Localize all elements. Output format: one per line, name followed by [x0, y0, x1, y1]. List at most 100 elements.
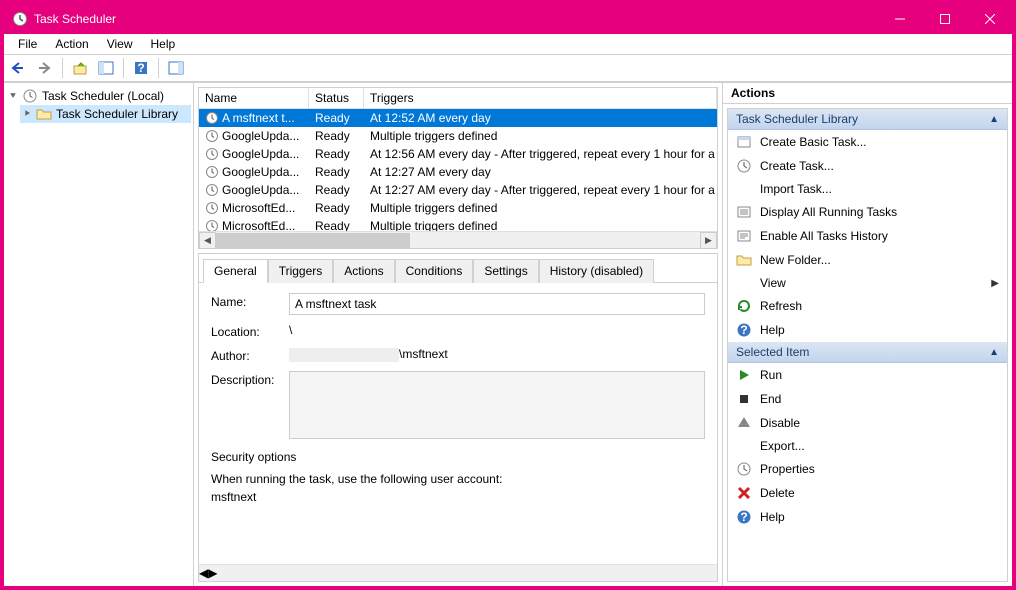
action-icon [736, 228, 752, 244]
tab-settings[interactable]: Settings [473, 259, 538, 283]
security-user: msftnext [211, 490, 705, 504]
svg-text:?: ? [137, 61, 144, 75]
description-input[interactable] [289, 371, 705, 439]
action-run[interactable]: Run [728, 363, 1007, 387]
tab-body-general: Name: Location: \ Author: \msftnext Desc… [199, 283, 717, 564]
action-view[interactable]: View ▶ [728, 272, 1007, 294]
task-row[interactable]: GoogleUpda...ReadyAt 12:27 AM every day … [199, 181, 717, 199]
tab-conditions[interactable]: Conditions [395, 259, 474, 283]
toolbar-separator [158, 58, 159, 78]
name-input[interactable] [289, 293, 705, 315]
forward-button[interactable] [34, 57, 56, 79]
col-triggers[interactable]: Triggers [364, 88, 717, 108]
scroll-thumb[interactable] [216, 233, 410, 248]
action-refresh[interactable]: Refresh [728, 294, 1007, 318]
task-row[interactable]: A msftnext t...ReadyAt 12:52 AM every da… [199, 109, 717, 127]
action-end[interactable]: End [728, 387, 1007, 411]
action-icon [736, 134, 752, 150]
tree-panel: ⯆ Task Scheduler (Local) ⯈ Task Schedule… [4, 83, 194, 586]
task-row[interactable]: GoogleUpda... ReadyAt 12:27 AM every day [199, 163, 717, 181]
actions-section-selected[interactable]: Selected Item ▲ [728, 342, 1007, 363]
col-status[interactable]: Status [309, 88, 364, 108]
maximize-button[interactable] [922, 4, 967, 34]
author-value: \msftnext [289, 347, 705, 362]
task-row[interactable]: GoogleUpda...ReadyMultiple triggers defi… [199, 127, 717, 145]
menu-view[interactable]: View [99, 35, 141, 53]
action-icon [736, 415, 752, 431]
tab-general[interactable]: General [203, 259, 268, 283]
action-label: View [760, 276, 786, 290]
menubar: File Action View Help [4, 34, 1012, 54]
action-icon [736, 367, 752, 383]
collapse-icon[interactable]: ▲ [989, 347, 999, 358]
scroll-track[interactable] [216, 232, 700, 249]
action-icon [736, 204, 752, 220]
close-button[interactable] [967, 4, 1012, 34]
collapse-icon[interactable]: ▲ [989, 114, 999, 125]
back-button[interactable] [8, 57, 30, 79]
action-icon [736, 461, 752, 477]
action-label: Export... [760, 439, 805, 453]
task-status: Ready [309, 219, 364, 231]
action-label: Help [760, 323, 785, 337]
tab-history[interactable]: History (disabled) [539, 259, 654, 283]
action-new-folder[interactable]: New Folder... [728, 248, 1007, 272]
tab-triggers[interactable]: Triggers [268, 259, 334, 283]
actions-title: Actions [723, 83, 1012, 104]
up-button[interactable] [69, 57, 91, 79]
task-triggers: Multiple triggers defined [364, 201, 717, 215]
action-icon: ? [736, 322, 752, 338]
expand-icon[interactable]: ⯈ [22, 109, 32, 120]
titlebar: Task Scheduler [4, 4, 1012, 34]
help-button[interactable]: ? [130, 57, 152, 79]
scroll-right-icon[interactable]: ▶ [208, 566, 217, 580]
task-status: Ready [309, 165, 364, 179]
show-hide-tree-button[interactable] [95, 57, 117, 79]
body-area: ⯆ Task Scheduler (Local) ⯈ Task Schedule… [4, 82, 1012, 586]
task-triggers: Multiple triggers defined [364, 129, 717, 143]
task-row[interactable]: MicrosoftEd...ReadyMultiple triggers def… [199, 217, 717, 231]
action-label: New Folder... [760, 253, 831, 267]
detail-horizontal-scrollbar[interactable]: ◀ ▶ [199, 564, 717, 581]
menu-help[interactable]: Help [143, 35, 184, 53]
action-help[interactable]: ?Help [728, 505, 1007, 529]
scroll-right-icon[interactable]: ▶ [700, 232, 717, 249]
horizontal-scrollbar[interactable]: ◀ ▶ [199, 231, 717, 248]
action-create-task[interactable]: Create Task... [728, 154, 1007, 178]
task-triggers: At 12:27 AM every day [364, 165, 717, 179]
security-options-label: Security options [211, 450, 705, 464]
author-label: Author: [211, 347, 289, 363]
action-export[interactable]: Export... [728, 435, 1007, 457]
action-icon [736, 298, 752, 314]
menu-file[interactable]: File [10, 35, 45, 53]
submenu-arrow-icon: ▶ [991, 278, 999, 289]
task-row[interactable]: GoogleUpda...ReadyAt 12:56 AM every day … [199, 145, 717, 163]
tree-root[interactable]: ⯆ Task Scheduler (Local) [6, 87, 191, 105]
action-import-task[interactable]: Import Task... [728, 178, 1007, 200]
action-help[interactable]: ? Help [728, 318, 1007, 342]
actions-section-library[interactable]: Task Scheduler Library ▲ [728, 109, 1007, 130]
scroll-left-icon[interactable]: ◀ [199, 232, 216, 249]
col-name[interactable]: Name [199, 88, 309, 108]
task-name: GoogleUpda... [222, 165, 299, 179]
action-delete[interactable]: Delete [728, 481, 1007, 505]
minimize-button[interactable] [877, 4, 922, 34]
task-name: MicrosoftEd... [222, 219, 295, 231]
action-create-basic-task[interactable]: Create Basic Task... [728, 130, 1007, 154]
scroll-left-icon[interactable]: ◀ [199, 566, 208, 580]
tab-actions[interactable]: Actions [333, 259, 394, 283]
expand-icon[interactable]: ⯆ [8, 91, 18, 102]
task-row[interactable]: MicrosoftEd...ReadyMultiple triggers def… [199, 199, 717, 217]
action-label: Help [760, 510, 785, 524]
action-label: Create Basic Task... [760, 135, 867, 149]
action-label: Create Task... [760, 159, 834, 173]
task-rows[interactable]: A msftnext t...ReadyAt 12:52 AM every da… [199, 109, 717, 231]
show-hide-action-button[interactable] [165, 57, 187, 79]
action-disable[interactable]: Disable [728, 411, 1007, 435]
security-text: When running the task, use the following… [211, 472, 705, 486]
action-display-all-running-tasks[interactable]: Display All Running Tasks [728, 200, 1007, 224]
action-enable-all-tasks-history[interactable]: Enable All Tasks History [728, 224, 1007, 248]
action-properties[interactable]: Properties [728, 457, 1007, 481]
menu-action[interactable]: Action [47, 35, 96, 53]
tree-library[interactable]: ⯈ Task Scheduler Library [20, 105, 191, 123]
